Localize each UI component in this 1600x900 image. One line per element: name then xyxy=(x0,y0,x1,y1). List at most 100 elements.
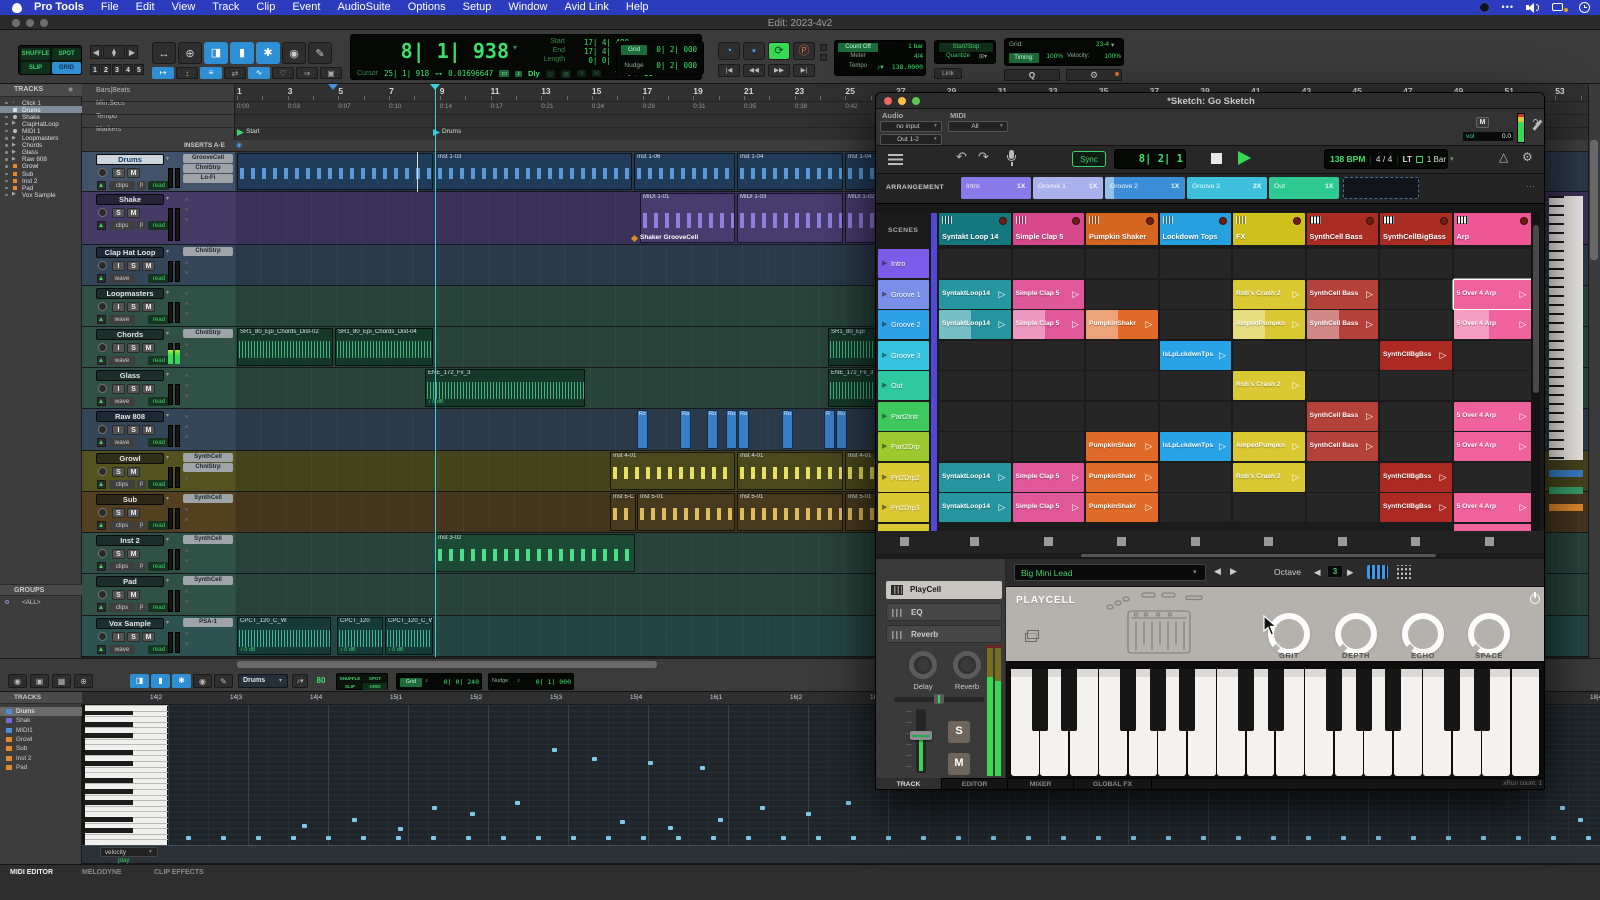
sidebar-track-growl[interactable]: Growl xyxy=(0,163,82,170)
scene-cell-empty[interactable] xyxy=(1086,249,1158,278)
edit-vscrollbar-thumb[interactable] xyxy=(1590,140,1598,260)
arrangement-block-groove-1[interactable]: Groove 11X xyxy=(1033,177,1103,199)
clip-ene-172-fx-3[interactable]: ENE_172_Fx_3♪ 0 dB xyxy=(425,369,585,407)
scene-column-header-lockdown-tops[interactable]: Lockdown Tops xyxy=(1160,213,1232,245)
arrangement-block-groove-2[interactable]: Groove 21X xyxy=(1105,177,1185,199)
scene-hscrollbar[interactable] xyxy=(1081,554,1436,557)
track-name-pill[interactable]: Drums xyxy=(96,154,164,165)
rewind-button[interactable]: ◀◀ xyxy=(743,64,765,77)
more-icon[interactable]: ••• xyxy=(1502,2,1514,13)
cube-icon[interactable] xyxy=(1024,629,1040,643)
column-record-dot[interactable] xyxy=(1293,217,1301,225)
scene-cell-empty[interactable] xyxy=(1086,402,1158,431)
scene-stop-button[interactable] xyxy=(1485,537,1494,546)
audio-output-selector[interactable]: Out 1-2▾ xyxy=(880,134,942,145)
scene-stop-button[interactable] xyxy=(1264,537,1273,546)
midi-note[interactable] xyxy=(668,826,673,830)
record-icon[interactable] xyxy=(1479,2,1490,13)
scene-row-play-icon[interactable]: ▶ xyxy=(882,412,889,422)
nudge-value[interactable]: 0| 2| 000 xyxy=(651,61,697,71)
midi-note[interactable] xyxy=(470,812,475,816)
grid-settings-value[interactable]: 23-4 xyxy=(1075,41,1109,50)
input-monitor-button[interactable]: I xyxy=(112,343,125,353)
channel-solo-button[interactable]: S xyxy=(948,721,970,743)
piano-white-key[interactable] xyxy=(1512,669,1540,776)
scene-cell-empty[interactable] xyxy=(1086,341,1158,370)
bottom-tab-melodyne[interactable]: MELODYNE xyxy=(82,869,150,879)
scene-cell-empty[interactable] xyxy=(1013,432,1085,461)
solo-button[interactable]: S xyxy=(112,590,125,600)
input-monitor-button[interactable]: I xyxy=(112,302,125,312)
clip-ru[interactable]: Ru xyxy=(836,410,847,449)
grabber-tool-button[interactable]: ✱ xyxy=(256,42,280,64)
playlist-button[interactable]: p xyxy=(137,480,146,489)
automation-mode-button[interactable]: read xyxy=(148,438,170,447)
scene-cell-simple-clap-5[interactable]: Simple Clap 5▷ xyxy=(1013,310,1085,339)
cell-play-icon[interactable]: ▷ xyxy=(1146,502,1156,514)
scene-cell-pumpkinshakr[interactable]: PumpkinShakr▷ xyxy=(1086,493,1158,522)
window-close-button[interactable] xyxy=(12,19,20,27)
scene-column-header-pumpkin-shaker[interactable]: Pumpkin Shaker xyxy=(1086,213,1158,245)
midi-note[interactable] xyxy=(515,801,520,805)
marker-start[interactable]: Start xyxy=(237,128,277,138)
meter-value[interactable]: 4/4 xyxy=(891,53,923,62)
midi-note[interactable] xyxy=(886,836,891,840)
track-view-selector[interactable]: wave xyxy=(109,315,135,324)
mode-spot-button[interactable]: SPOT xyxy=(52,48,81,60)
insert-slot-playcell[interactable]: PlayCell xyxy=(886,581,1002,599)
scene-cell-empty[interactable] xyxy=(1307,493,1379,522)
quantize-q-button[interactable]: Q xyxy=(1004,69,1060,81)
midi-mode-slip[interactable]: SLIP xyxy=(338,683,362,690)
trim-tool-button[interactable]: ◨ xyxy=(204,42,228,64)
edit-toggle-4[interactable]: ∿ xyxy=(248,67,270,79)
mute-button[interactable]: M xyxy=(127,208,140,218)
record-enable-button[interactable] xyxy=(98,549,107,558)
count-off-value[interactable]: 1 bar xyxy=(891,43,923,52)
mode-slip-button[interactable]: SLIP xyxy=(21,62,50,74)
volume-display[interactable]: vol0.0 xyxy=(1462,131,1514,142)
scene-cell-empty[interactable] xyxy=(1013,402,1085,431)
midi-note[interactable] xyxy=(1376,836,1381,840)
record-enable-button[interactable] xyxy=(98,208,107,217)
scene-list-icon[interactable] xyxy=(888,154,903,156)
scene-cell-simple-clap-5[interactable]: Simple Clap 5▷ xyxy=(1013,280,1085,309)
scene-cell-empty[interactable] xyxy=(1160,310,1232,339)
timing-value[interactable]: 100% xyxy=(1041,53,1063,63)
delay-comp-label[interactable]: Dly xyxy=(528,69,540,78)
scene-cell-5-over-4-arp[interactable]: 5 Over 4 Arp▷ xyxy=(1454,280,1532,309)
midi-keyboard-mini-icon[interactable]: ▦ xyxy=(52,674,71,688)
scene-cell-empty[interactable] xyxy=(1380,249,1452,278)
insert-synthcell[interactable]: SynthCell xyxy=(183,576,233,585)
scene-cell-empty[interactable] xyxy=(939,432,1011,461)
midi-note[interactable] xyxy=(921,836,926,840)
automation-mode-button[interactable]: read xyxy=(148,521,170,530)
track-options-icon[interactable]: ▾ xyxy=(166,248,174,257)
automation-icon[interactable] xyxy=(97,645,106,654)
send-knob-reverb[interactable] xyxy=(953,651,981,679)
menu-item-file[interactable]: File xyxy=(101,0,119,15)
scene-row-groove-1[interactable]: ▶Groove 1 xyxy=(878,280,929,309)
menu-item-edit[interactable]: Edit xyxy=(136,0,155,15)
mic-icon[interactable] xyxy=(1006,150,1018,168)
scene-row-play-icon[interactable]: ▶ xyxy=(882,381,889,391)
bottom-tab-midi-editor[interactable]: MIDI EDITOR xyxy=(10,869,78,879)
clip-inst-1-03[interactable]: Inst 1-03 xyxy=(435,153,632,190)
scene-cell-empty[interactable] xyxy=(1380,371,1452,400)
automation-mode-button[interactable]: read xyxy=(148,562,170,571)
scene-cell-empty[interactable] xyxy=(1160,402,1232,431)
piano-black-key[interactable] xyxy=(1120,669,1136,731)
scene-cell-empty[interactable] xyxy=(1380,432,1452,461)
midi-note[interactable] xyxy=(781,836,786,840)
stop-button[interactable]: ▪ xyxy=(743,42,765,60)
menu-item-help[interactable]: Help xyxy=(626,0,649,15)
piano-black-key[interactable] xyxy=(1179,669,1195,731)
scene-column-header-arp[interactable]: Arp xyxy=(1454,213,1532,245)
midi-note[interactable] xyxy=(1560,806,1565,810)
scene-cell-syntaktloop14[interactable]: SyntaktLoop14▷ xyxy=(939,463,1011,492)
scene-cell-empty[interactable] xyxy=(1380,402,1452,431)
cell-play-icon[interactable]: ▷ xyxy=(1293,319,1303,331)
scene-cell-empty[interactable] xyxy=(1307,371,1379,400)
clip-inst-1-04[interactable]: Inst 1-04 xyxy=(737,153,843,190)
cell-play-icon[interactable]: ▷ xyxy=(1366,289,1376,301)
automation-icon[interactable] xyxy=(97,438,106,447)
